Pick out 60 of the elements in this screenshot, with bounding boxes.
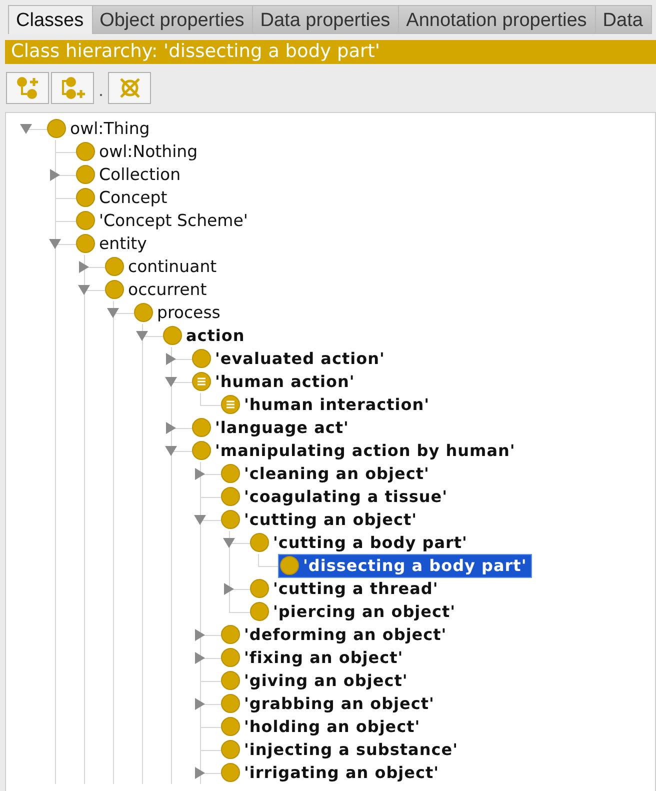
expand-icon[interactable] <box>195 652 205 664</box>
tree-item[interactable]: 'deforming an object' <box>221 624 451 646</box>
tree-item[interactable]: 'language act' <box>192 416 353 438</box>
tree-item[interactable]: 'giving an object' <box>221 670 412 692</box>
tab[interactable]: Classes <box>8 5 93 34</box>
tree-item[interactable]: 'human action' <box>192 370 359 392</box>
toolbar-separator <box>100 94 102 96</box>
collapse-icon[interactable] <box>49 238 61 248</box>
tree-item[interactable]: 'fixing an object' <box>221 646 408 668</box>
tree-item[interactable]: 'irrigating an object' <box>221 762 444 784</box>
tree-item[interactable]: 'Concept Scheme' <box>76 210 252 232</box>
tree-item[interactable]: 'injecting a substance' <box>221 738 462 760</box>
tree-item[interactable]: 'piercing an object' <box>250 600 460 622</box>
tab[interactable]: Annotation properties <box>399 5 596 34</box>
tree-item[interactable]: occurrent <box>105 278 211 300</box>
collapse-icon[interactable] <box>107 308 119 318</box>
collapse-icon[interactable] <box>223 538 235 548</box>
tree-item[interactable]: owl:Nothing <box>76 140 202 162</box>
tab[interactable]: Data <box>596 5 652 34</box>
panel-title: Class hierarchy: 'dissecting a body part' <box>5 40 656 64</box>
expand-icon[interactable] <box>79 260 89 272</box>
expand-icon[interactable] <box>50 168 60 180</box>
collapse-icon[interactable] <box>136 330 148 340</box>
collapse-icon[interactable] <box>165 376 177 386</box>
tree-item[interactable]: 'human interaction' <box>221 394 434 416</box>
tree-item[interactable]: entity <box>76 232 151 254</box>
add-subclass-button[interactable] <box>6 72 49 104</box>
collapse-icon[interactable] <box>165 446 177 456</box>
expand-icon[interactable] <box>195 698 205 710</box>
tree-item[interactable]: 'dissecting a body part' <box>278 554 532 578</box>
tab[interactable]: Object properties <box>92 5 254 34</box>
tree-item[interactable]: 'cutting an object' <box>221 508 422 530</box>
add-subclass-icon <box>14 76 40 100</box>
collapse-icon[interactable] <box>20 124 32 134</box>
tree-item[interactable]: 'cutting a body part' <box>250 532 472 554</box>
tree-item[interactable]: 'evaluated action' <box>192 348 389 370</box>
add-sibling-button[interactable] <box>51 72 94 104</box>
collapse-icon[interactable] <box>194 514 206 524</box>
expand-icon[interactable] <box>195 468 205 480</box>
tree-item[interactable]: Concept <box>76 186 172 208</box>
tree-item[interactable]: 'manipulating action by human' <box>192 440 520 462</box>
expand-icon[interactable] <box>195 628 205 640</box>
tree-item[interactable]: 'cutting a thread' <box>250 578 442 600</box>
delete-button[interactable] <box>108 72 151 104</box>
tree-item[interactable]: Collection <box>76 164 185 186</box>
expand-icon[interactable] <box>166 422 176 434</box>
tree-item[interactable]: 'cleaning an object' <box>221 462 434 484</box>
collapse-icon[interactable] <box>78 284 90 294</box>
expand-icon[interactable] <box>166 352 176 364</box>
add-sibling-icon <box>60 76 86 100</box>
tree-item[interactable]: continuant <box>105 256 221 278</box>
expand-icon[interactable] <box>224 582 234 594</box>
tree-item[interactable]: 'holding an object' <box>221 716 424 738</box>
tab[interactable]: Data properties <box>253 5 400 34</box>
tree-item[interactable]: owl:Thing <box>47 118 154 140</box>
tree-item[interactable]: 'coagulating a tissue' <box>221 486 452 508</box>
tree-item[interactable]: 'grabbing an object' <box>221 692 438 714</box>
expand-icon[interactable] <box>195 766 205 778</box>
tree-item[interactable]: process <box>134 302 224 324</box>
tree-item[interactable]: action <box>163 324 249 346</box>
